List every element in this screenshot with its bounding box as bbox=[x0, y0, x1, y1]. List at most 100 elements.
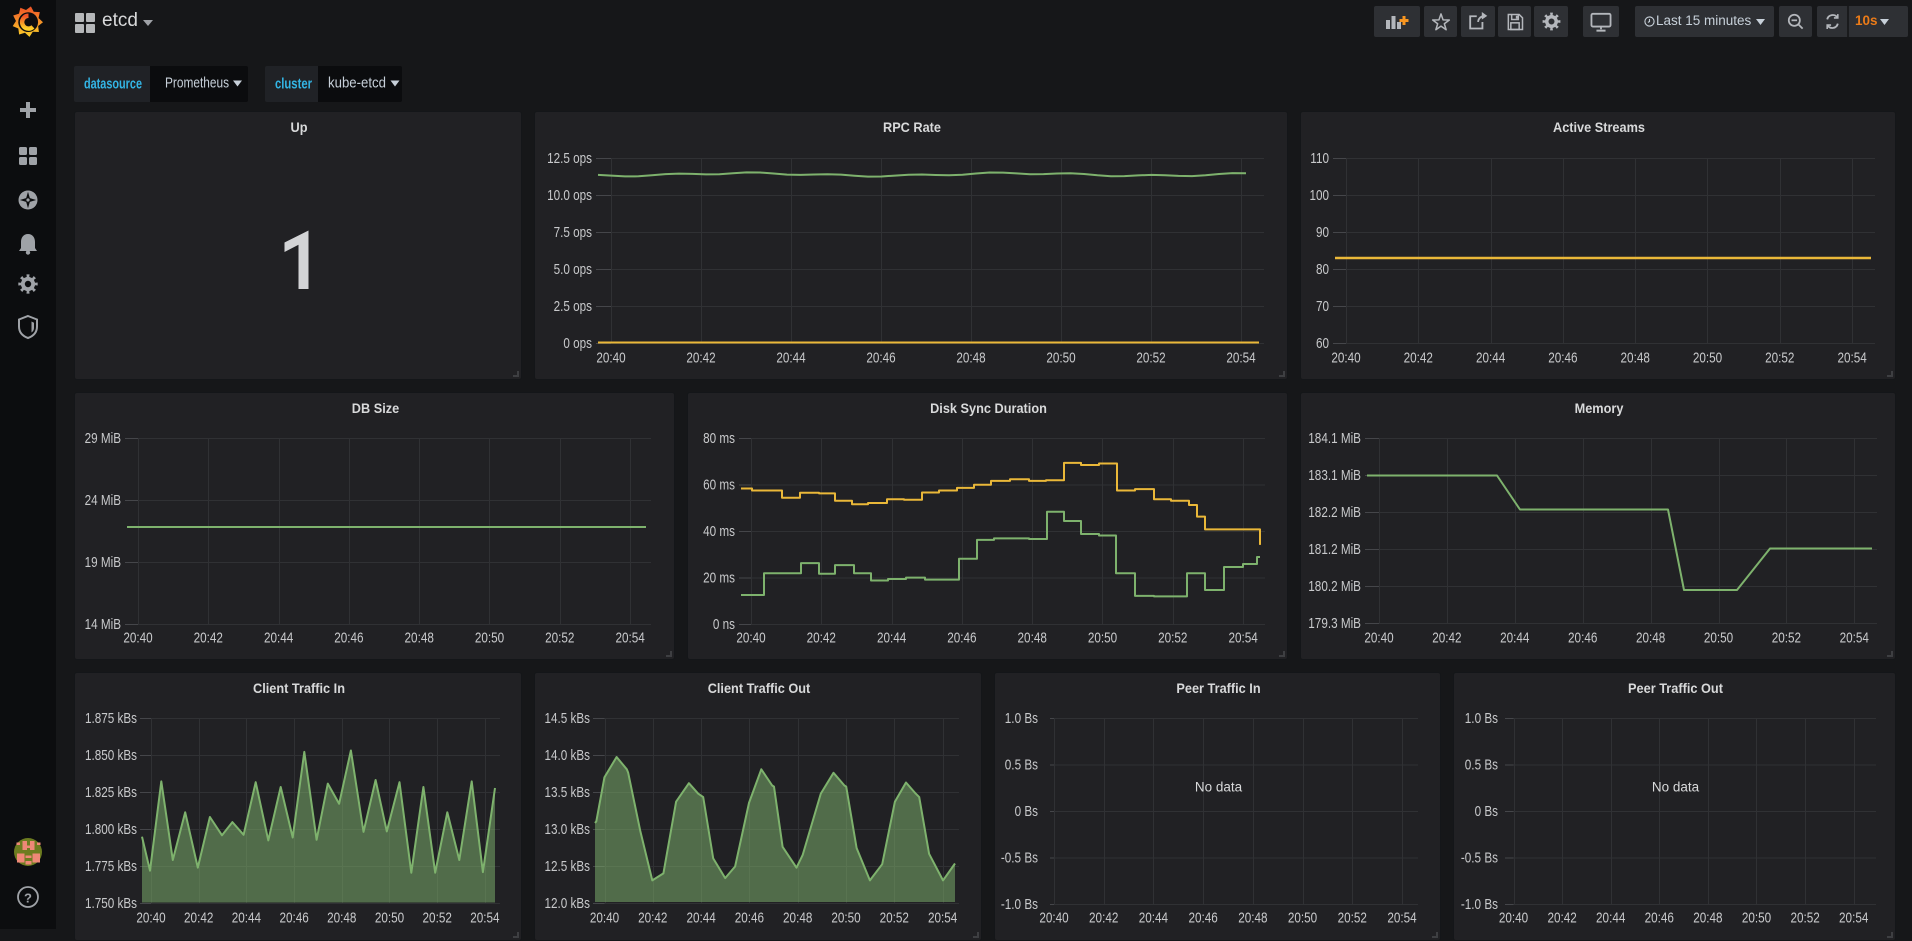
svg-text:20:46: 20:46 bbox=[334, 630, 363, 647]
svg-text:14 MiB: 14 MiB bbox=[85, 616, 121, 633]
svg-text:20:48: 20:48 bbox=[1636, 630, 1665, 647]
svg-text:datasource: datasource bbox=[84, 76, 142, 93]
svg-text:20:40: 20:40 bbox=[1499, 910, 1528, 927]
svg-text:20 ms: 20 ms bbox=[703, 570, 735, 587]
svg-text:20:50: 20:50 bbox=[375, 910, 404, 927]
svg-text:DB Size: DB Size bbox=[352, 400, 400, 416]
svg-text:RPC Rate: RPC Rate bbox=[883, 119, 941, 135]
svg-text:Disk Sync Duration: Disk Sync Duration bbox=[930, 400, 1047, 416]
svg-text:20:46: 20:46 bbox=[1548, 350, 1577, 367]
svg-text:90: 90 bbox=[1316, 224, 1329, 241]
svg-text:20:40: 20:40 bbox=[736, 630, 765, 647]
svg-text:20:42: 20:42 bbox=[184, 910, 213, 927]
svg-text:20:40: 20:40 bbox=[590, 910, 619, 927]
svg-text:20:42: 20:42 bbox=[1547, 910, 1576, 927]
svg-text:7.5 ops: 7.5 ops bbox=[554, 224, 592, 241]
svg-text:20:54: 20:54 bbox=[928, 910, 957, 927]
svg-text:0.5 Bs: 0.5 Bs bbox=[1465, 757, 1498, 774]
svg-text:20:52: 20:52 bbox=[880, 910, 909, 927]
svg-text:110: 110 bbox=[1310, 150, 1329, 167]
svg-text:cluster: cluster bbox=[275, 76, 312, 93]
svg-text:60 ms: 60 ms bbox=[703, 477, 735, 494]
svg-text:20:48: 20:48 bbox=[956, 350, 985, 367]
svg-text:20:42: 20:42 bbox=[1432, 630, 1461, 647]
svg-text:20:42: 20:42 bbox=[1404, 350, 1433, 367]
svg-text:20:50: 20:50 bbox=[1046, 350, 1075, 367]
svg-text:20:52: 20:52 bbox=[1158, 630, 1187, 647]
svg-text:12.5 kBs: 12.5 kBs bbox=[545, 858, 591, 875]
svg-text:1.0 Bs: 1.0 Bs bbox=[1465, 710, 1498, 727]
svg-text:20:52: 20:52 bbox=[1790, 910, 1819, 927]
svg-text:20:48: 20:48 bbox=[783, 910, 812, 927]
svg-text:24 MiB: 24 MiB bbox=[85, 492, 121, 509]
svg-text:29 MiB: 29 MiB bbox=[85, 430, 121, 447]
svg-text:181.2 MiB: 181.2 MiB bbox=[1308, 541, 1361, 558]
svg-text:Memory: Memory bbox=[1575, 400, 1624, 416]
svg-text:20:48: 20:48 bbox=[1238, 910, 1267, 927]
svg-text:20:40: 20:40 bbox=[1331, 350, 1360, 367]
svg-text:0 ops: 0 ops bbox=[563, 335, 592, 352]
svg-text:20:44: 20:44 bbox=[1500, 630, 1529, 647]
svg-text:20:40: 20:40 bbox=[596, 350, 625, 367]
svg-text:0.5 Bs: 0.5 Bs bbox=[1005, 757, 1038, 774]
svg-text:40 ms: 40 ms bbox=[703, 523, 735, 540]
svg-text:1.0 Bs: 1.0 Bs bbox=[1005, 710, 1038, 727]
svg-text:20:48: 20:48 bbox=[1621, 350, 1650, 367]
svg-text:20:44: 20:44 bbox=[1596, 910, 1625, 927]
svg-text:2.5 ops: 2.5 ops bbox=[554, 298, 592, 315]
svg-text:Client Traffic Out: Client Traffic Out bbox=[708, 680, 811, 696]
svg-text:1.825 kBs: 1.825 kBs bbox=[85, 784, 137, 801]
svg-text:14.0 kBs: 14.0 kBs bbox=[545, 747, 591, 764]
svg-text:183.1 MiB: 183.1 MiB bbox=[1308, 467, 1361, 484]
svg-text:70: 70 bbox=[1316, 298, 1329, 315]
svg-text:5.0 ops: 5.0 ops bbox=[554, 261, 592, 278]
svg-text:20:42: 20:42 bbox=[686, 350, 715, 367]
svg-text:20:44: 20:44 bbox=[264, 630, 293, 647]
svg-text:20:50: 20:50 bbox=[831, 910, 860, 927]
svg-text:Peer Traffic Out: Peer Traffic Out bbox=[1628, 680, 1723, 696]
svg-text:20:44: 20:44 bbox=[686, 910, 715, 927]
svg-text:Client Traffic In: Client Traffic In bbox=[253, 680, 345, 696]
svg-text:20:54: 20:54 bbox=[1837, 350, 1866, 367]
svg-text:14.5 kBs: 14.5 kBs bbox=[545, 710, 591, 727]
svg-text:-0.5 Bs: -0.5 Bs bbox=[1461, 850, 1498, 867]
svg-text:12.0 kBs: 12.0 kBs bbox=[545, 895, 591, 912]
svg-text:20:48: 20:48 bbox=[1018, 630, 1047, 647]
svg-text:20:50: 20:50 bbox=[1088, 630, 1117, 647]
svg-text:20:40: 20:40 bbox=[1039, 910, 1068, 927]
svg-text:184.1 MiB: 184.1 MiB bbox=[1308, 430, 1361, 447]
svg-text:20:46: 20:46 bbox=[1188, 910, 1217, 927]
svg-text:20:54: 20:54 bbox=[1840, 630, 1869, 647]
svg-text:12.5 ops: 12.5 ops bbox=[547, 150, 592, 167]
svg-text:20:50: 20:50 bbox=[1693, 350, 1722, 367]
svg-text:20:46: 20:46 bbox=[947, 630, 976, 647]
svg-text:1.850 kBs: 1.850 kBs bbox=[85, 747, 137, 764]
svg-text:1.800 kBs: 1.800 kBs bbox=[85, 821, 137, 838]
svg-text:20:40: 20:40 bbox=[1364, 630, 1393, 647]
svg-text:1.775 kBs: 1.775 kBs bbox=[85, 858, 137, 875]
svg-text:80 ms: 80 ms bbox=[703, 430, 735, 447]
svg-text:20:52: 20:52 bbox=[545, 630, 574, 647]
svg-text:10.0 ops: 10.0 ops bbox=[547, 187, 592, 204]
svg-text:100: 100 bbox=[1310, 187, 1330, 204]
svg-text:1.875 kBs: 1.875 kBs bbox=[85, 710, 137, 727]
svg-text:20:54: 20:54 bbox=[1839, 910, 1868, 927]
svg-text:180.2 MiB: 180.2 MiB bbox=[1308, 578, 1361, 595]
svg-text:20:42: 20:42 bbox=[807, 630, 836, 647]
svg-text:20:48: 20:48 bbox=[405, 630, 434, 647]
svg-text:20:50: 20:50 bbox=[475, 630, 504, 647]
svg-text:20:52: 20:52 bbox=[1338, 910, 1367, 927]
svg-text:60: 60 bbox=[1316, 335, 1329, 352]
svg-text:20:40: 20:40 bbox=[136, 910, 165, 927]
svg-text:0 ns: 0 ns bbox=[713, 616, 735, 633]
svg-text:0 Bs: 0 Bs bbox=[1475, 803, 1498, 820]
svg-text:20:52: 20:52 bbox=[1136, 350, 1165, 367]
svg-text:80: 80 bbox=[1316, 261, 1329, 278]
svg-text:No data: No data bbox=[1195, 780, 1243, 795]
svg-text:20:54: 20:54 bbox=[1228, 630, 1257, 647]
svg-text:-1.0 Bs: -1.0 Bs bbox=[1001, 896, 1038, 913]
svg-text:20:50: 20:50 bbox=[1288, 910, 1317, 927]
svg-text:19 MiB: 19 MiB bbox=[85, 554, 121, 571]
svg-text:-1.0 Bs: -1.0 Bs bbox=[1461, 896, 1498, 913]
svg-text:20:50: 20:50 bbox=[1704, 630, 1733, 647]
